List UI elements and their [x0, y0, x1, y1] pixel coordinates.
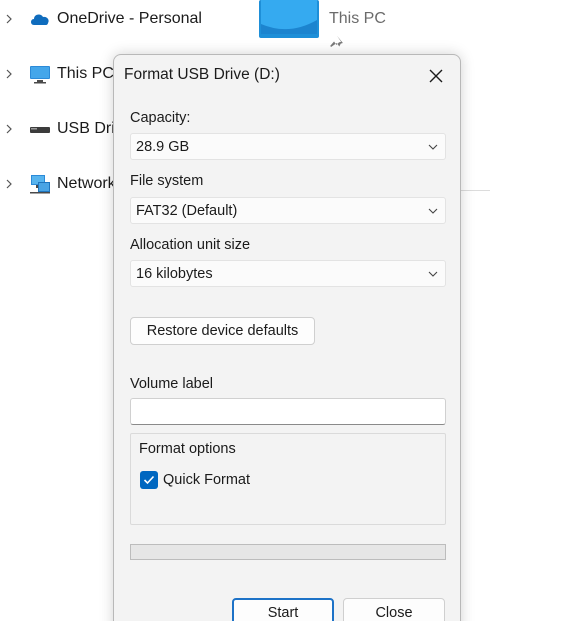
nav-label-this-pc: This PC — [57, 65, 114, 82]
chevron-right-icon[interactable] — [4, 12, 14, 26]
capacity-select[interactable]: 28.9 GB — [130, 133, 446, 160]
file-system-value: FAT32 (Default) — [136, 203, 238, 219]
allocation-unit-select[interactable]: 16 kilobytes — [130, 260, 446, 287]
usb-drive-icon — [30, 127, 50, 133]
pin-icon — [330, 35, 343, 48]
allocation-unit-value: 16 kilobytes — [136, 266, 213, 282]
volume-label-input[interactable] — [130, 398, 446, 425]
close-icon — [429, 69, 443, 83]
format-dialog: Format USB Drive (D:) Capacity: 28.9 GB … — [113, 54, 461, 621]
dialog-titlebar[interactable]: Format USB Drive (D:) — [114, 55, 460, 95]
quick-access-this-pc-label: This PC — [329, 10, 386, 27]
network-icon — [30, 175, 50, 194]
quick-format-label: Quick Format — [163, 472, 251, 488]
nav-item-onedrive[interactable]: OneDrive - Personal — [0, 4, 210, 34]
quick-format-checkbox[interactable] — [140, 471, 158, 489]
divider — [460, 190, 490, 191]
nav-item-network[interactable]: Network — [0, 169, 113, 199]
close-button[interactable]: Close — [343, 598, 445, 621]
capacity-value: 28.9 GB — [136, 139, 190, 155]
chevron-right-icon[interactable] — [4, 67, 14, 81]
start-button[interactable]: Start — [232, 598, 334, 621]
chevron-right-icon[interactable] — [4, 177, 14, 191]
monitor-icon — [30, 66, 50, 84]
close-dialog-x-button[interactable] — [418, 59, 454, 93]
format-options-group: Format options Quick Format — [130, 433, 446, 525]
volume-label-label: Volume label — [130, 376, 214, 392]
nav-label-onedrive: OneDrive - Personal — [57, 10, 202, 27]
screen: OneDrive - Personal This PC USB Drive Ne… — [0, 0, 561, 621]
nav-item-usb-drive[interactable]: USB Drive — [0, 114, 113, 144]
nav-item-this-pc[interactable]: This PC — [0, 59, 114, 89]
onedrive-cloud-icon — [31, 14, 49, 25]
chevron-down-icon — [428, 208, 438, 214]
capacity-label: Capacity: — [130, 110, 191, 126]
restore-device-defaults-button[interactable]: Restore device defaults — [130, 317, 315, 345]
format-progress-bar — [130, 544, 446, 560]
chevron-down-icon — [428, 144, 438, 150]
checkmark-icon — [143, 475, 155, 485]
file-system-label: File system — [130, 173, 204, 189]
quick-format-option[interactable]: Quick Format — [140, 470, 250, 490]
nav-label-network: Network — [57, 175, 113, 192]
format-options-title: Format options — [139, 441, 236, 457]
chevron-down-icon — [428, 271, 438, 277]
dialog-title: Format USB Drive (D:) — [124, 66, 280, 83]
allocation-unit-label: Allocation unit size — [130, 237, 251, 253]
chevron-right-icon[interactable] — [4, 122, 14, 136]
nav-label-usb-drive: USB Drive — [57, 120, 113, 137]
file-system-select[interactable]: FAT32 (Default) — [130, 197, 446, 224]
this-pc-tile-icon[interactable] — [259, 0, 319, 40]
